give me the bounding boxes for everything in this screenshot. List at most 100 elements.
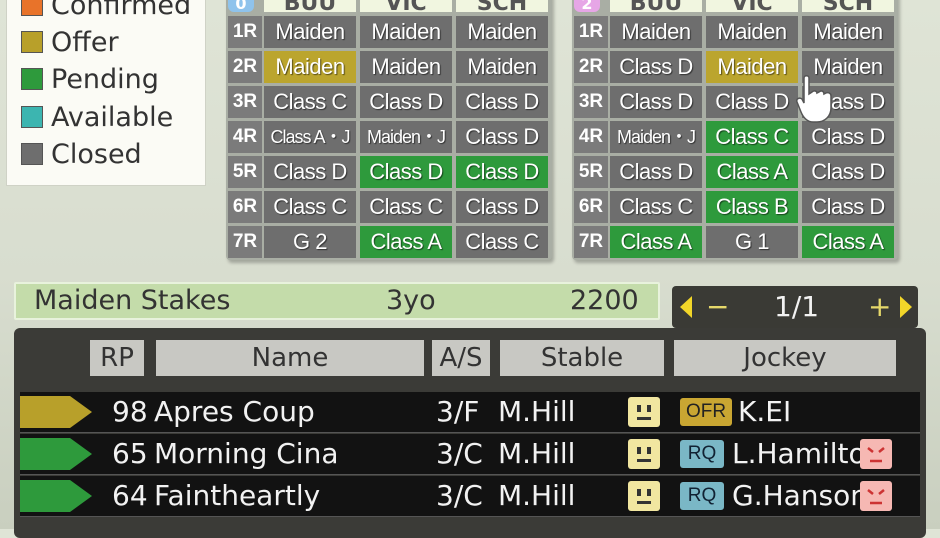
- race-slot-cell[interactable]: Maiden: [264, 51, 356, 83]
- entry-stable: M.Hill: [498, 479, 576, 512]
- column-header-stable[interactable]: Stable: [500, 340, 664, 376]
- race-slot-cell[interactable]: Maiden・J: [610, 121, 702, 153]
- course-header: SCH: [456, 0, 548, 12]
- horse-mood-face-icon: [628, 397, 660, 427]
- column-header-name[interactable]: Name: [156, 340, 424, 376]
- race-slot-cell[interactable]: Class C: [706, 121, 798, 153]
- entry-name: Apres Coup: [154, 395, 315, 428]
- race-number-label: 1R: [228, 16, 262, 48]
- entry-rp: 98: [112, 395, 148, 428]
- entry-age-sex: 3/C: [436, 437, 483, 470]
- race-slot-cell[interactable]: Maiden: [264, 16, 356, 48]
- column-header-jockey[interactable]: Jockey: [674, 340, 896, 376]
- race-slot-cell[interactable]: Class D: [610, 51, 702, 83]
- jockey-upset-face-icon: [860, 481, 892, 511]
- course-header: BUU: [264, 0, 356, 12]
- race-slot-cell[interactable]: Maiden: [706, 51, 798, 83]
- race-slot-cell[interactable]: Maiden: [360, 16, 452, 48]
- status-arrow-icon: [20, 480, 92, 512]
- next-page-button[interactable]: +: [868, 286, 891, 328]
- column-header-rp[interactable]: RP: [90, 340, 144, 376]
- status-legend: Confirmed Offer Pending Available Closed: [6, 0, 206, 186]
- race-slot-cell[interactable]: Class A: [610, 226, 702, 258]
- entry-row[interactable]: 98 Apres Coup 3/F M.Hill OFR K.EI: [20, 392, 920, 433]
- race-slot-cell[interactable]: Class C: [264, 86, 356, 118]
- legend-item-confirmed: Confirmed: [21, 0, 191, 21]
- race-slot-cell[interactable]: Class D: [264, 156, 356, 188]
- race-slot-cell[interactable]: Class D: [802, 121, 894, 153]
- race-slot-cell[interactable]: G 1: [706, 226, 798, 258]
- course-header: VIC: [706, 0, 798, 12]
- race-slot-cell[interactable]: Class C: [456, 226, 548, 258]
- legend-item-closed: Closed: [21, 138, 142, 170]
- race-slot-cell[interactable]: Maiden: [360, 51, 452, 83]
- race-number-label: 6R: [574, 191, 608, 223]
- entry-jockey[interactable]: G.Hanson: [732, 476, 868, 516]
- race-number-label: 7R: [574, 226, 608, 258]
- legend-item-offer: Offer: [21, 26, 119, 58]
- race-slot-cell[interactable]: Class D: [706, 86, 798, 118]
- race-name: Maiden Stakes: [34, 285, 231, 316]
- entry-rp: 64: [112, 479, 148, 512]
- entry-name: Faintheartly: [154, 479, 321, 512]
- legend-label: Offer: [51, 26, 119, 58]
- race-number-label: 6R: [228, 191, 262, 223]
- legend-item-pending: Pending: [21, 63, 159, 95]
- legend-label: Closed: [51, 138, 142, 170]
- race-slot-cell[interactable]: Maiden・J: [360, 121, 452, 153]
- race-slot-cell[interactable]: Maiden: [456, 51, 548, 83]
- prev-page-button[interactable]: −: [706, 286, 729, 328]
- race-slot-cell[interactable]: Class D: [360, 86, 452, 118]
- legend-swatch-available: [21, 106, 43, 128]
- legend-swatch-offer: [21, 31, 43, 53]
- day-number-tab: 2: [574, 0, 600, 13]
- entry-rp: 65: [112, 437, 148, 470]
- page-indicator: 1/1: [774, 290, 820, 323]
- race-slot-cell[interactable]: Class A・J: [264, 121, 356, 153]
- horse-mood-face-icon: [628, 481, 660, 511]
- course-header: BUU: [610, 0, 702, 12]
- race-slot-cell[interactable]: Class D: [802, 156, 894, 188]
- race-slot-cell[interactable]: Class D: [456, 191, 548, 223]
- legend-label: Available: [51, 101, 174, 133]
- race-slot-cell[interactable]: Class A: [802, 226, 894, 258]
- column-header-as[interactable]: A/S: [432, 340, 490, 376]
- race-slot-cell[interactable]: Class D: [456, 121, 548, 153]
- race-slot-cell[interactable]: Class A: [706, 156, 798, 188]
- race-slot-cell[interactable]: Class D: [802, 191, 894, 223]
- status-arrow-icon: [20, 438, 92, 470]
- race-slot-cell[interactable]: Class D: [456, 156, 548, 188]
- entry-row[interactable]: 64 Faintheartly 3/C M.Hill RQ G.Hanson: [20, 476, 920, 517]
- entry-age-sex: 3/C: [436, 479, 483, 512]
- race-slot-cell[interactable]: Class B: [706, 191, 798, 223]
- race-slot-cell[interactable]: Class D: [360, 156, 452, 188]
- race-number-label: 4R: [574, 121, 608, 153]
- race-number-label: 2R: [228, 51, 262, 83]
- race-slot-cell[interactable]: G 2: [264, 226, 356, 258]
- next-page-arrow-icon[interactable]: [900, 296, 912, 318]
- race-age: 3yo: [386, 285, 436, 316]
- race-number-label: 7R: [228, 226, 262, 258]
- race-slot-cell[interactable]: Class D: [456, 86, 548, 118]
- entry-jockey[interactable]: K.EI: [738, 392, 791, 432]
- race-slot-cell[interactable]: Maiden: [456, 16, 548, 48]
- legend-label: Pending: [51, 63, 159, 95]
- entry-row[interactable]: 65 Morning Cina 3/C M.Hill RQ L.Hamilton: [20, 434, 920, 475]
- legend-label: Confirmed: [51, 0, 192, 21]
- race-slot-cell[interactable]: Class C: [360, 191, 452, 223]
- prev-page-arrow-icon[interactable]: [680, 296, 692, 318]
- race-slot-cell[interactable]: Class C: [610, 191, 702, 223]
- race-slot-cell[interactable]: Maiden: [610, 16, 702, 48]
- race-schedule-grid-left: 0BUUVICSCH1RMaidenMaidenMaiden2RMaidenMa…: [226, 0, 552, 260]
- race-slot-cell[interactable]: Class C: [264, 191, 356, 223]
- race-slot-cell[interactable]: Class D: [610, 86, 702, 118]
- race-slot-cell[interactable]: Class D: [610, 156, 702, 188]
- race-slot-cell[interactable]: Class A: [360, 226, 452, 258]
- entry-name: Morning Cina: [154, 437, 339, 470]
- race-number-label: 1R: [574, 16, 608, 48]
- race-slot-cell[interactable]: Maiden: [802, 16, 894, 48]
- jockey-status-tag: OFR: [680, 398, 732, 426]
- race-slot-cell[interactable]: Maiden: [706, 16, 798, 48]
- course-header: VIC: [360, 0, 452, 12]
- race-number-label: 3R: [574, 86, 608, 118]
